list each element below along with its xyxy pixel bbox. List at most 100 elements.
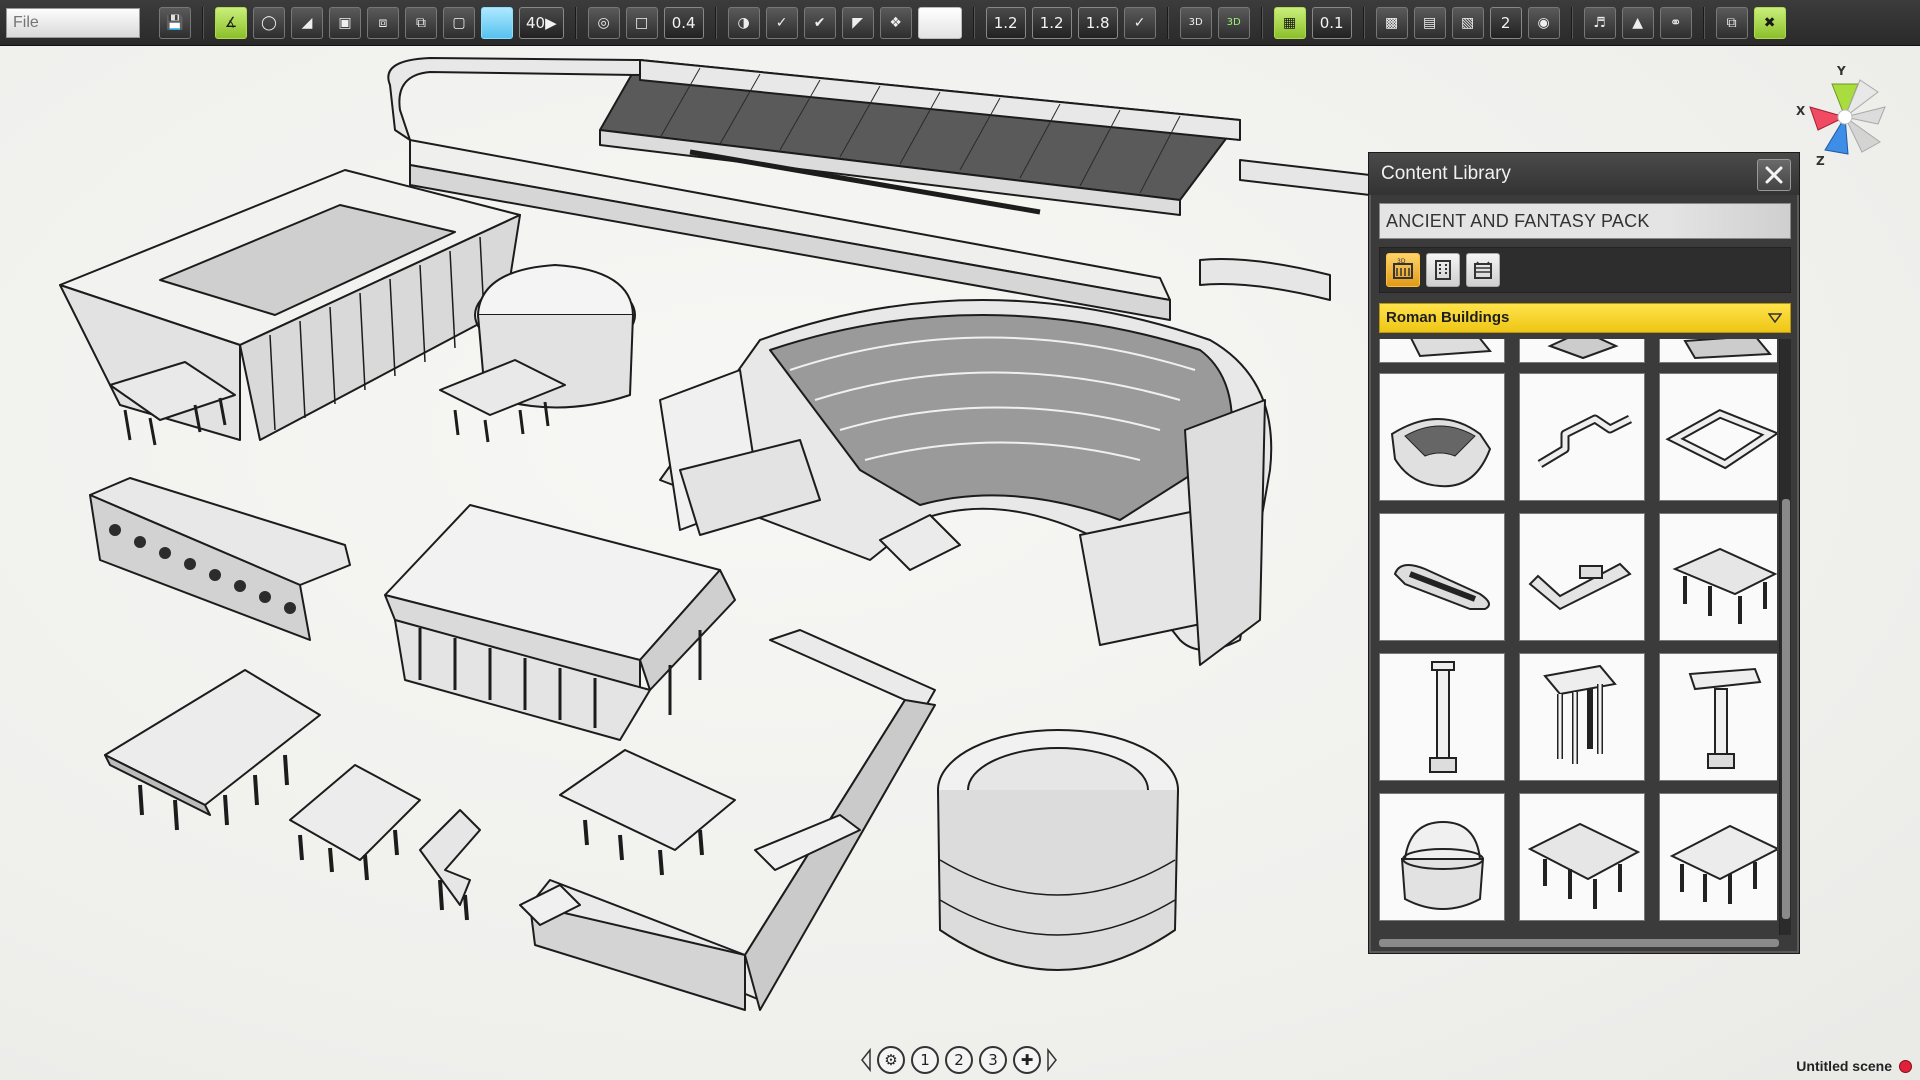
svg-text:3D: 3D [1397, 258, 1406, 265]
confirm-check-icon[interactable]: ✓ [1124, 7, 1156, 39]
scene-2-button[interactable]: 2 [945, 1046, 973, 1074]
toolbar-separator [715, 7, 717, 39]
materials-icon[interactable] [1466, 253, 1500, 287]
sketch-edge-icon[interactable]: ◤ [842, 7, 874, 39]
greek-temple-model[interactable] [385, 505, 735, 740]
library-category-dropdown[interactable]: Roman Buildings [1379, 303, 1791, 333]
axis-gizmo[interactable]: Y X Z [1790, 62, 1900, 172]
library-item-double-column[interactable] [1519, 653, 1645, 781]
chevron-left-icon [860, 1048, 872, 1072]
line-weight-1[interactable]: 1.2 [986, 7, 1026, 39]
scene-1-button[interactable]: 1 [911, 1046, 939, 1074]
layers-edit-icon[interactable]: ▧ [1452, 7, 1484, 39]
field-of-view-value[interactable]: 40▶ [519, 7, 564, 39]
file-menu-input[interactable] [6, 8, 140, 38]
library-item-gabled-pavilion[interactable] [1659, 793, 1777, 921]
image-icon[interactable]: ▲ [1622, 7, 1654, 39]
line-weight-2[interactable]: 1.2 [1032, 7, 1072, 39]
3d-view-icon[interactable]: 3D [1180, 7, 1212, 39]
wireframe-cube-icon[interactable]: ▢ [443, 7, 475, 39]
toolbar-separator [1261, 7, 1263, 39]
aqueduct-model[interactable] [90, 478, 350, 640]
library-item-column-lintel[interactable] [1659, 653, 1777, 781]
pattern-icon[interactable]: ❖ [880, 7, 912, 39]
library-pack-selector[interactable]: ANCIENT AND FANTASY PACK [1379, 203, 1791, 239]
round-rotunda-model[interactable] [938, 730, 1178, 970]
library-item-single-column[interactable] [1379, 653, 1505, 781]
edge-width-value[interactable]: 0.4 [664, 7, 704, 39]
film-strip-icon[interactable]: ▤ [1414, 7, 1446, 39]
tiled-pavilion-model[interactable] [105, 670, 320, 830]
plus-icon: ✚ [1021, 1051, 1034, 1069]
3d-models-icon[interactable]: 3D [1386, 253, 1420, 287]
library-item-small-pavilion[interactable] [1659, 513, 1777, 641]
library-item-partial-2[interactable] [1519, 339, 1645, 363]
unsaved-status-indicator [1899, 1060, 1912, 1073]
library-item-partial-1[interactable] [1379, 339, 1505, 363]
courtyard-building-model[interactable] [60, 170, 520, 445]
axis-x-label: X [1796, 104, 1805, 118]
solid-cube-icon[interactable]: □ [626, 7, 658, 39]
content-library-panel: Content Library ANCIENT AND FANTASY PACK… [1368, 152, 1800, 954]
cube-rotate-icon[interactable]: ⧈ [367, 7, 399, 39]
box-view-icon[interactable]: ▣ [329, 7, 361, 39]
library-item-domed-rotunda[interactable] [1379, 793, 1505, 921]
scene-navigation: ⚙ 1 2 3 ✚ [858, 1044, 1060, 1076]
library-item-corner-colonnade[interactable] [1519, 513, 1645, 641]
toolbar-separator [1703, 7, 1705, 39]
3d-colored-view-icon[interactable]: 3D [1218, 7, 1250, 39]
paper-color-swatch[interactable] [918, 7, 962, 39]
library-vertical-scrollbar[interactable] [1779, 339, 1791, 935]
web-globe-icon[interactable]: ⚭ [1660, 7, 1692, 39]
scene-name-label: Untitled scene [1796, 1058, 1892, 1074]
add-scene-button[interactable]: ✚ [1013, 1046, 1041, 1074]
cube-snap-icon[interactable]: ⧉ [405, 7, 437, 39]
library-item-square-enclosure[interactable] [1659, 373, 1777, 501]
library-scroll-thumb[interactable] [1782, 499, 1790, 919]
building-icon[interactable] [1426, 253, 1460, 287]
check-circle-icon[interactable]: ✔ [804, 7, 836, 39]
toolbar-separator [575, 7, 577, 39]
library-horizontal-scrollbar[interactable] [1379, 939, 1779, 947]
globe-view-icon[interactable]: ◯ [253, 7, 285, 39]
scene-settings-button[interactable]: ⚙ [877, 1046, 905, 1074]
library-item-zigzag-wall[interactable] [1519, 373, 1645, 501]
corner-colonnade-small-model[interactable] [420, 810, 480, 920]
axis-tool-icon[interactable]: ∡ [215, 7, 247, 39]
library-title: Content Library [1381, 163, 1511, 185]
grid-snap-value[interactable]: 0.1 [1312, 7, 1352, 39]
chevron-down-icon [1768, 313, 1782, 323]
scene-prev-button[interactable] [858, 1046, 874, 1074]
library-header[interactable]: Content Library [1369, 153, 1799, 195]
toolbar-separator [1167, 7, 1169, 39]
library-item-amphitheater[interactable] [1379, 373, 1505, 501]
save-icon[interactable]: 💾 [159, 7, 191, 39]
scene-3-button[interactable]: 3 [979, 1046, 1007, 1074]
amphitheater-model[interactable] [660, 300, 1271, 665]
gabled-pavilion-model[interactable] [560, 750, 735, 875]
category-label: Roman Buildings [1386, 309, 1509, 326]
library-close-button[interactable] [1757, 159, 1791, 191]
check-dotted-icon[interactable]: ✓ [766, 7, 798, 39]
gear-icon: ⚙ [884, 1051, 897, 1069]
layer-number[interactable]: 2 [1490, 7, 1522, 39]
grid-panel-icon[interactable]: ▦ [1274, 7, 1306, 39]
axis-z-label: Z [1816, 154, 1825, 168]
background-color-icon[interactable] [481, 7, 513, 39]
toolbar-separator [1571, 7, 1573, 39]
library-item-tiled-pavilion[interactable] [1519, 793, 1645, 921]
content-library-icon[interactable]: ⧉ [1716, 7, 1748, 39]
target-icon[interactable]: ◎ [588, 7, 620, 39]
ramp-tool-icon[interactable]: ◢ [291, 7, 323, 39]
render-settings-icon[interactable]: ▩ [1376, 7, 1408, 39]
line-weight-3[interactable]: 1.8 [1078, 7, 1118, 39]
camera-icon[interactable]: ◉ [1528, 7, 1560, 39]
scene-next-button[interactable] [1044, 1046, 1060, 1074]
headphones-icon[interactable]: ♬ [1584, 7, 1616, 39]
library-item-chariot-track[interactable] [1379, 513, 1505, 641]
small-pavilion-model[interactable] [290, 765, 420, 880]
hatch-style-icon[interactable]: ◑ [728, 7, 760, 39]
fullscreen-icon[interactable]: ✖ [1754, 7, 1786, 39]
library-item-partial-3[interactable] [1659, 339, 1777, 363]
close-icon [1764, 165, 1784, 185]
